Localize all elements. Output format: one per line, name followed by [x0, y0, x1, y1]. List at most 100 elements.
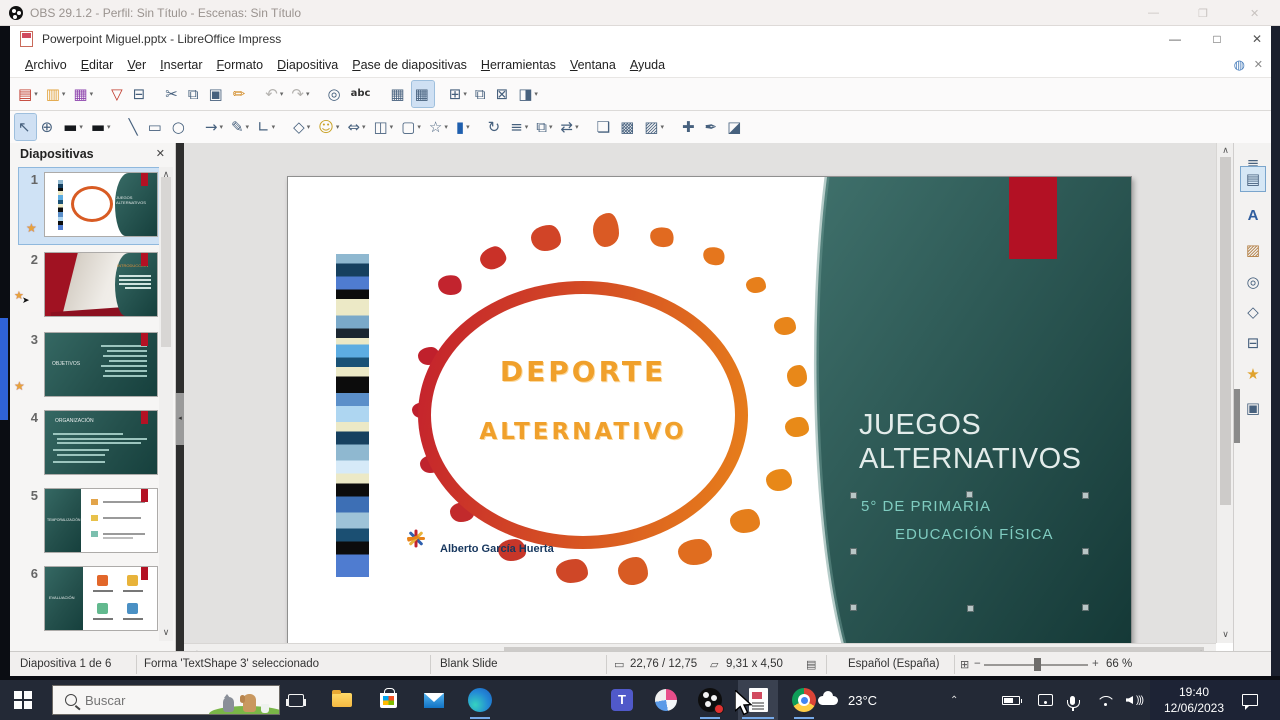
scroll-up-icon[interactable]: ∧ — [1217, 145, 1234, 156]
rotate-icon[interactable]: ↻ — [485, 114, 506, 140]
zoom-icon[interactable]: ⊕ — [38, 114, 59, 140]
wifi-icon[interactable] — [1096, 680, 1114, 720]
selection-handle[interactable] — [1082, 548, 1089, 555]
distribute-icon[interactable]: ⇄ ▾ — [558, 114, 582, 140]
cast-screen-icon[interactable] — [1038, 680, 1053, 720]
hidden-icons-chevron[interactable]: ⌃ — [950, 680, 958, 720]
action-center-icon[interactable] — [1242, 680, 1258, 720]
slide-subtitle-line1[interactable]: 5° DE PRIMARIA — [861, 498, 991, 515]
selection-handle[interactable] — [966, 491, 973, 498]
graphic-title-line1[interactable]: DEPORTE — [418, 355, 748, 388]
status-zoom-level[interactable]: 66 % — [1106, 658, 1132, 670]
undo-icon[interactable]: ↶ ▾ — [262, 81, 286, 107]
gluepoints-icon[interactable]: ✒ — [702, 114, 723, 140]
microsoft-store-icon[interactable] — [374, 686, 402, 714]
extrusion-icon[interactable]: ◪ — [724, 114, 746, 140]
menu-formato[interactable]: Formato — [210, 52, 271, 72]
slide-thumbnail-1[interactable]: JUEGOS ALTERNATIVOS — [44, 172, 158, 237]
fit-slide-icon[interactable]: ⊞ — [960, 658, 969, 671]
taskbar-search[interactable] — [52, 685, 280, 715]
arrange-icon[interactable]: ⧉ ▾ — [533, 114, 555, 140]
symbol-shapes-icon[interactable]: ☺ ▾ — [315, 114, 342, 140]
menu-editar[interactable]: Editar — [74, 52, 121, 72]
threed-objects-icon[interactable]: ▮ ▾ — [453, 114, 473, 140]
search-input[interactable] — [85, 693, 195, 708]
callouts-icon[interactable]: ▢ ▾ — [398, 114, 424, 140]
insert-line-icon[interactable]: ╲ — [126, 114, 143, 140]
slide-title-textbox[interactable]: JUEGOS ALTERNATIVOS — [859, 408, 1081, 476]
taskbar-clock[interactable]: 19:40 12/06/2023 — [1156, 684, 1232, 716]
tab-styles-icon[interactable]: A — [1241, 204, 1265, 228]
selection-handle[interactable] — [967, 605, 974, 612]
deporte-ring-graphic[interactable]: DEPORTE ALTERNATIVO — [418, 281, 748, 549]
tab-transition-icon[interactable]: ⊟ — [1241, 331, 1265, 355]
weather-cloud-icon[interactable] — [818, 680, 838, 720]
microphone-icon[interactable] — [1070, 680, 1075, 720]
slide-subtitle-line2[interactable]: EDUCACIÓN FÍSICA — [895, 526, 1054, 543]
language-globe-icon[interactable]: ◍ — [1234, 57, 1245, 73]
close-icon[interactable]: ✕ — [1249, 32, 1265, 46]
obs-minimize-icon[interactable]: — — [1148, 7, 1159, 19]
connector-icon[interactable]: ∟ ▾ — [254, 114, 278, 140]
edge-icon[interactable] — [466, 686, 494, 714]
lines-arrows-icon[interactable]: → ▾ — [202, 114, 226, 140]
paste-icon[interactable]: ▣ — [206, 81, 228, 107]
slide-panel-scrollbar[interactable]: ∧ ∨ — [159, 167, 173, 641]
panel-splitter[interactable]: ◂ — [176, 143, 184, 651]
spelling-icon[interactable]: abc — [348, 81, 376, 107]
copy-icon[interactable]: ⧉ — [185, 81, 204, 107]
chrome-icon[interactable] — [790, 686, 818, 714]
menu-insertar[interactable]: Insertar — [153, 52, 209, 72]
curve-icon[interactable]: ✎ ▾ — [228, 114, 252, 140]
file-explorer-icon[interactable] — [328, 686, 356, 714]
panel-splitter-handle[interactable]: ◂ — [176, 393, 184, 445]
line-color-icon[interactable]: ▬ ▾ — [60, 114, 86, 140]
menu-pase-de-diapositivas[interactable]: Pase de diapositivas — [345, 52, 474, 72]
new-slide-icon[interactable]: ⊞ ▾ — [446, 81, 470, 107]
display-grid-icon[interactable]: ▦ — [387, 81, 409, 107]
stars-icon[interactable]: ☆ ▾ — [426, 114, 451, 140]
tab-properties-icon[interactable]: ▤ — [1241, 167, 1265, 191]
basic-shapes-icon[interactable]: ◇ ▾ — [290, 114, 313, 140]
task-view-button[interactable] — [282, 686, 310, 714]
selection-handle[interactable] — [850, 492, 857, 499]
ellipse-icon[interactable]: ○ — [169, 114, 190, 140]
slide-layout-icon[interactable]: ◨ ▾ — [515, 81, 541, 107]
open-icon[interactable]: ▥ ▾ — [43, 81, 69, 107]
selection-handle[interactable] — [1082, 492, 1089, 499]
tab-navigator-icon[interactable]: ◎ — [1241, 270, 1265, 294]
vertical-scrollbar[interactable]: ∧ ∨ — [1216, 143, 1233, 643]
panel-scroll-thumb[interactable] — [161, 177, 171, 347]
edit-points-icon[interactable]: ✚ — [679, 114, 700, 140]
duplicate-slide-icon[interactable]: ⧉ — [472, 81, 491, 107]
align-icon[interactable]: ≡ ▾ — [507, 114, 531, 140]
block-arrows-icon[interactable]: ⇔ ▾ — [344, 114, 368, 140]
sidebar-splitter-handle[interactable] — [1234, 389, 1240, 443]
obs-close-icon[interactable]: ✕ — [1250, 7, 1259, 20]
shadow-icon[interactable]: ❏ — [594, 114, 615, 140]
flowchart-icon[interactable]: ◫ ▾ — [370, 114, 396, 140]
status-slide-layout[interactable]: Blank Slide — [440, 658, 498, 670]
slide-panel-close-icon[interactable]: ✕ — [156, 147, 165, 160]
scroll-down-icon[interactable]: ∨ — [1217, 629, 1234, 640]
tab-master-slides-icon[interactable]: ▣ — [1241, 396, 1265, 420]
vertical-scroll-thumb[interactable] — [1220, 157, 1231, 505]
crop-image-icon[interactable]: ▩ — [617, 114, 639, 140]
tab-shapes-icon[interactable]: ◇ — [1241, 300, 1265, 324]
minimize-icon[interactable]: — — [1167, 32, 1183, 46]
volume-icon[interactable]: ))) — [1126, 680, 1143, 720]
export-pdf-icon[interactable]: ▽ — [108, 81, 128, 107]
obs-taskbar-icon[interactable] — [696, 686, 724, 714]
delete-slide-icon[interactable]: ⊠ — [493, 81, 514, 107]
menu-archivo[interactable]: Archivo — [18, 52, 74, 72]
redo-icon[interactable]: ↷ ▾ — [288, 81, 312, 107]
zoom-out-icon[interactable]: − — [974, 658, 981, 670]
slide-decor-stripe[interactable] — [336, 254, 369, 577]
obs-restore-icon[interactable]: ❐ — [1198, 7, 1208, 20]
teams-icon[interactable]: T — [608, 686, 636, 714]
panel-scroll-down-icon[interactable]: ∨ — [159, 627, 173, 638]
status-language[interactable]: Español (España) — [848, 658, 939, 670]
image-filter-icon[interactable]: ▨ ▾ — [641, 114, 667, 140]
cut-icon[interactable]: ✂ — [162, 81, 183, 107]
slide-red-tag[interactable] — [1009, 177, 1057, 259]
